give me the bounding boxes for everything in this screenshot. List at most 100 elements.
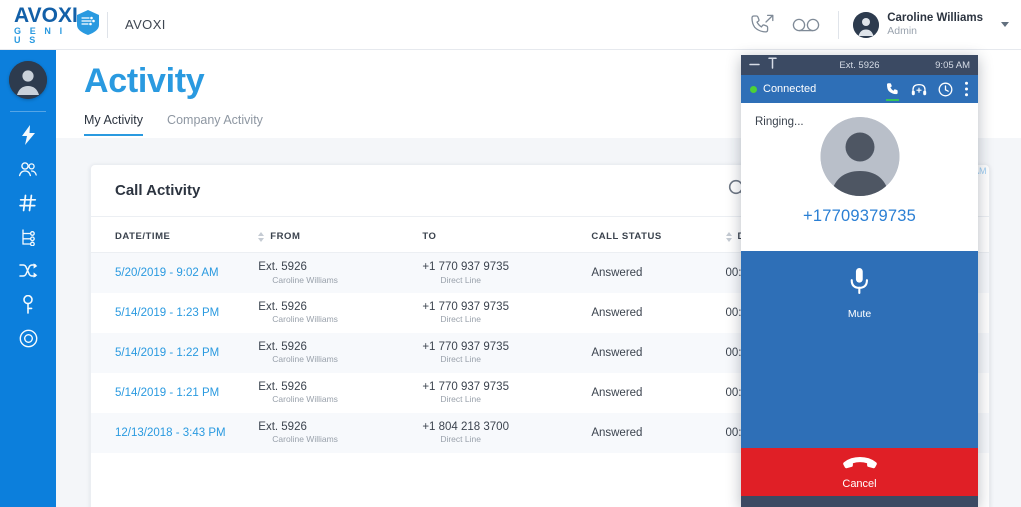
cell-datetime[interactable]: 5/14/2019 - 1:22 PM — [115, 347, 219, 359]
tab-company-activity[interactable]: Company Activity — [167, 113, 263, 136]
cell-to-main: +1 770 937 9735 — [422, 341, 509, 353]
column-header-call-status: CALL STATUS — [591, 217, 726, 253]
cell-to-sub: Direct Line — [440, 274, 481, 285]
cell-to-sub: Direct Line — [440, 314, 481, 325]
cell-from-sub: Caroline Williams — [272, 354, 338, 365]
connection-status-dot — [750, 85, 757, 93]
softphone-status-bar: Connected — [741, 75, 978, 103]
card-title: Call Activity — [115, 182, 201, 199]
sidebar-item-routing[interactable] — [0, 256, 56, 290]
column-header-call-status-label: CALL STATUS — [591, 231, 662, 242]
cell-from: Ext. 5926 Caroline Williams — [258, 340, 422, 365]
softphone-status-icons — [885, 81, 969, 101]
chevron-down-icon[interactable] — [1001, 22, 1009, 27]
cell-from-main: Ext. 5926 — [258, 301, 307, 313]
cell-from-main: Ext. 5926 — [258, 421, 307, 433]
cell-to-sub: Direct Line — [440, 434, 481, 445]
user-menu[interactable]: Caroline Williams Admin — [853, 11, 1009, 39]
logo-text: AVOXI G E N I U S — [14, 5, 78, 45]
cell-to: +1 804 218 3700 Direct Line — [422, 420, 591, 445]
pin-icon[interactable] — [767, 56, 778, 74]
cell-call-status: Answered — [591, 306, 643, 319]
cell-call-status: Answered — [591, 266, 643, 279]
column-header-to-label: TO — [422, 231, 437, 242]
hangup-phone-icon — [842, 455, 878, 476]
cell-from: Ext. 5926 Caroline Williams — [258, 260, 422, 285]
softphone-controls-area: Mute — [741, 251, 978, 448]
column-header-datetime-label: DATE/TIME — [115, 231, 171, 242]
caller-avatar — [820, 117, 899, 196]
sidebar-item-avatar[interactable] — [9, 61, 47, 99]
users-group-icon — [18, 161, 38, 182]
cell-from-main: Ext. 5926 — [258, 341, 307, 353]
softphone-titlebar: Ext. 5926 9:05 AM — [741, 55, 978, 75]
cell-from-sub: Caroline Williams — [272, 314, 338, 325]
cell-call-status: Answered — [591, 426, 643, 439]
sidebar-item-activity[interactable] — [0, 120, 56, 154]
cell-to-main: +1 804 218 3700 — [422, 421, 509, 433]
minimize-icon[interactable] — [749, 56, 760, 74]
cell-call-status: Answered — [591, 386, 643, 399]
column-header-from: FROM — [258, 217, 423, 253]
cell-datetime[interactable]: 5/14/2019 - 1:21 PM — [115, 387, 219, 399]
header-divider — [838, 10, 840, 39]
tab-my-activity[interactable]: My Activity — [84, 113, 144, 136]
softphone-footer — [741, 496, 978, 507]
softphone-clock: 9:05 AM — [935, 59, 970, 71]
user-meta: Caroline Williams Admin — [887, 11, 983, 39]
brand-name-label: AVOXI — [125, 17, 166, 32]
lightning-bolt-icon — [20, 124, 37, 150]
cell-from: Ext. 5926 Caroline Williams — [258, 300, 422, 325]
cell-to: +1 770 937 9735 Direct Line — [422, 260, 591, 285]
cell-to-sub: Direct Line — [440, 394, 481, 405]
column-header-datetime[interactable]: DATE/TIME — [91, 217, 259, 253]
cell-datetime[interactable]: 5/14/2019 - 1:23 PM — [115, 307, 219, 319]
sidebar-item-org[interactable] — [0, 222, 56, 256]
mute-label: Mute — [847, 308, 872, 320]
header-actions: Caroline Williams Admin — [740, 8, 1021, 42]
microphone-icon — [849, 267, 871, 302]
phone-icon[interactable] — [885, 82, 900, 101]
cell-to: +1 770 937 9735 Direct Line — [422, 300, 591, 325]
cell-call-status: Answered — [591, 346, 643, 359]
cell-from-sub: Caroline Williams — [272, 434, 338, 445]
mute-button[interactable]: Mute — [848, 267, 871, 320]
cell-from-main: Ext. 5926 — [258, 261, 307, 274]
avoxi-genius-logo[interactable]: AVOXI G E N I U S — [0, 5, 125, 45]
voicemail-icon[interactable] — [784, 8, 828, 42]
call-state-label: Ringing... — [755, 116, 804, 128]
column-header-to: TO — [422, 217, 592, 253]
cell-from-sub: Caroline Williams — [272, 394, 338, 405]
shuffle-icon — [18, 262, 38, 284]
softphone-widget: Ext. 5926 9:05 AM Connected Ringing... +… — [741, 55, 978, 507]
genius-brain-badge-icon — [75, 9, 101, 36]
call-history-clock-icon[interactable] — [938, 82, 953, 97]
cancel-call-button[interactable]: Cancel — [741, 448, 978, 496]
softphone-window-controls — [749, 56, 778, 74]
cell-to-sub: Direct Line — [440, 354, 481, 365]
cell-datetime[interactable]: 12/13/2018 - 3:43 PM — [115, 427, 226, 439]
cell-to-main: +1 770 937 9735 — [422, 301, 509, 313]
cell-datetime[interactable]: 5/20/2019 - 9:02 AM — [115, 267, 219, 279]
top-header: AVOXI G E N I U S AVOXI Caroline William… — [0, 0, 1021, 50]
softphone-call-area: Ringing... +17709379735 — [741, 103, 978, 251]
cell-from-main: Ext. 5926 — [258, 381, 307, 393]
outgoing-call-icon[interactable] — [740, 8, 784, 42]
more-options-kebab-icon[interactable] — [964, 81, 969, 97]
column-header-from-label: FROM — [270, 231, 301, 242]
sidebar-item-users[interactable] — [0, 154, 56, 188]
sidebar-item-target[interactable] — [0, 324, 56, 358]
sidebar-item-numbers[interactable] — [0, 188, 56, 222]
sidebar-item-keys[interactable] — [0, 290, 56, 324]
sort-toggle-call-status[interactable] — [725, 231, 732, 242]
key-icon — [22, 294, 34, 319]
user-role: Admin — [887, 25, 917, 38]
headset-add-icon[interactable] — [911, 82, 927, 97]
hash-icon — [19, 194, 37, 217]
cell-to: +1 770 937 9735 Direct Line — [422, 340, 591, 365]
sort-toggle-datetime[interactable] — [258, 231, 265, 242]
caller-number[interactable]: +17709379735 — [741, 207, 978, 226]
cell-from: Ext. 5926 Caroline Williams — [258, 380, 422, 405]
logo-genius-text: G E N I U S — [14, 25, 66, 45]
org-tree-icon — [19, 228, 37, 251]
